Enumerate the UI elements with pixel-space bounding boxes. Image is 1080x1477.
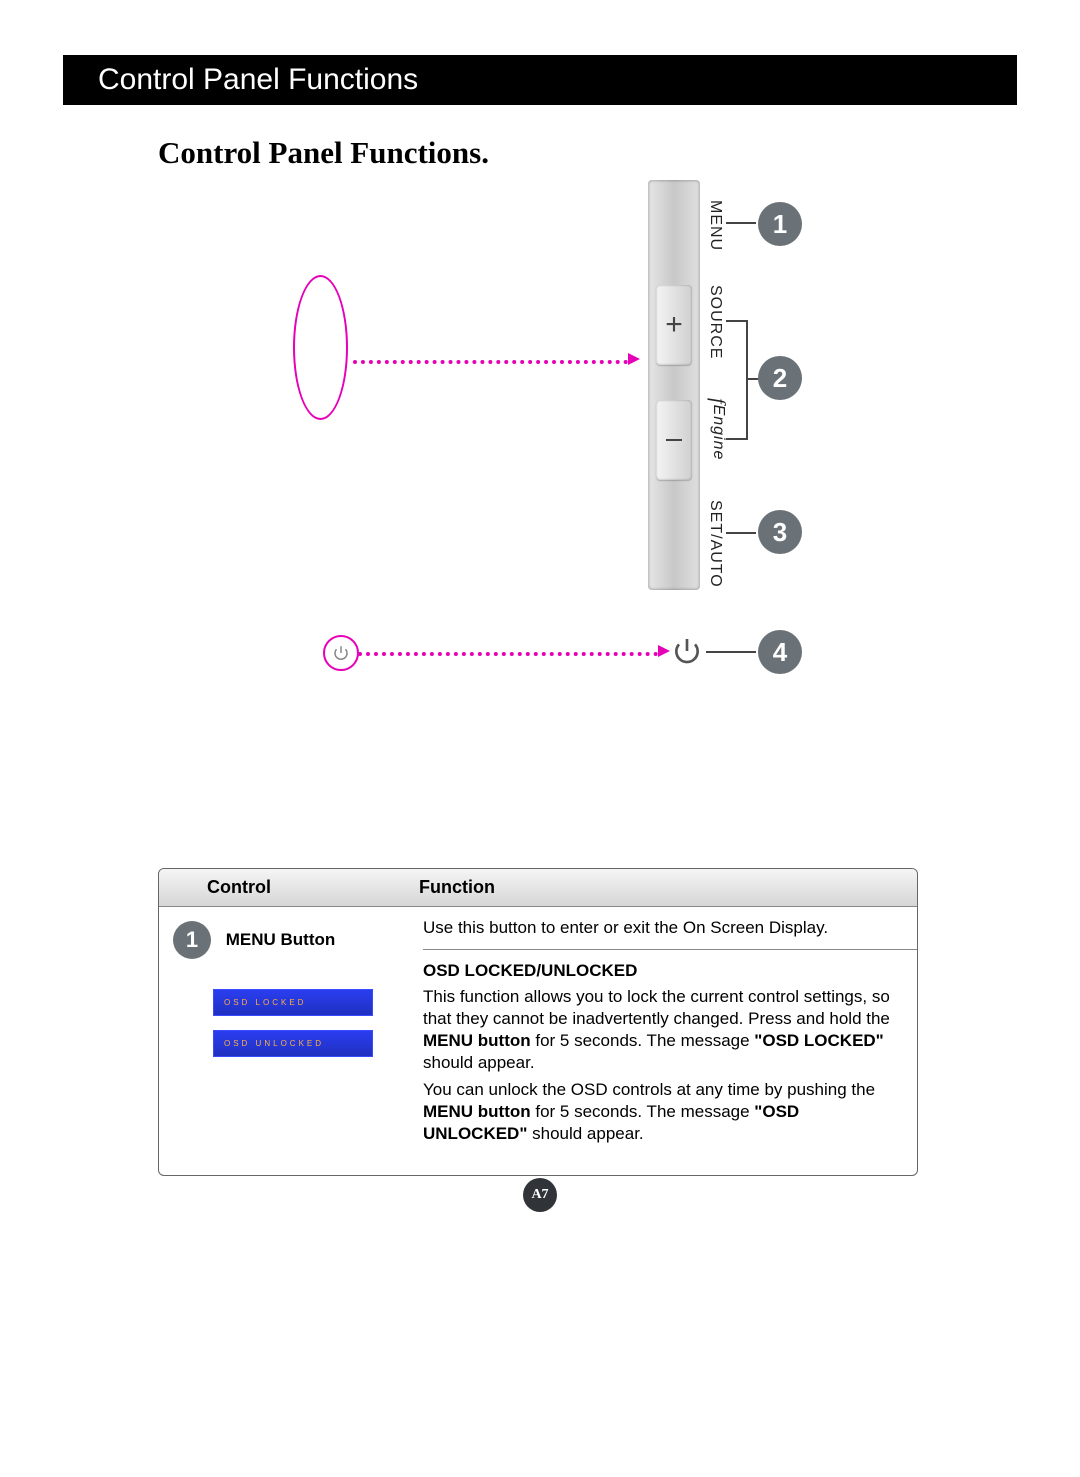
table-header-row: Control Function [159,869,917,907]
table-cell-control: 1 MENU Button OSD LOCKED OSD UNLOCKED [173,917,423,1149]
section-header-title: Control Panel Functions [98,63,418,97]
leader-dots-2 [358,652,658,656]
osd-unlocked-chip: OSD UNLOCKED [213,1030,373,1057]
row-separator [423,949,917,950]
osd-locked-chip: OSD LOCKED [213,989,373,1016]
plus-button[interactable]: + [656,285,692,365]
t-bold: MENU button [423,1102,531,1121]
callout-line [746,378,758,380]
highlight-ellipse [293,275,348,420]
t-bold: MENU button [423,1031,531,1050]
osd-status-graphics: OSD LOCKED OSD UNLOCKED [213,989,373,1057]
panel-label-menu: MENU [706,200,724,251]
callout-number-3: 3 [758,510,802,554]
osd-heading: OSD LOCKED/UNLOCKED [423,960,903,982]
table-row: 1 MENU Button OSD LOCKED OSD UNLOCKED Us… [159,907,917,1175]
panel-label-engine: fEngine [706,398,729,460]
page-title: Control Panel Functions. [158,135,489,171]
section-header: Control Panel Functions [63,55,1017,105]
minus-button[interactable] [656,400,692,480]
callout-line [726,532,756,534]
row-label-menu: MENU Button [226,930,336,949]
t-bold: "OSD LOCKED" [754,1031,883,1050]
th-control: Control [159,869,419,906]
t: for 5 seconds. The message [531,1031,755,1050]
power-icon [668,632,706,670]
callout-number-1: 1 [758,202,802,246]
t: should appear. [527,1124,643,1143]
plus-glyph: + [665,308,683,342]
row-number-1: 1 [173,921,211,959]
page: Control Panel Functions Control Panel Fu… [0,0,1080,1477]
page-number: A7 [523,1178,557,1212]
table-cell-function: Use this button to enter or exit the On … [423,917,903,1149]
panel-label-source: SOURCE [706,285,724,359]
leader-arrow-1 [628,353,640,365]
t: should appear. [423,1053,535,1072]
callout-number-4: 4 [758,630,802,674]
leader-dots-1 [353,360,628,364]
th-function: Function [419,869,917,906]
func-p1: Use this button to enter or exit the On … [423,917,903,939]
power-icon-small [323,635,359,671]
t: This function allows you to lock the cur… [423,987,890,1028]
callout-line [746,320,748,440]
func-p3: You can unlock the OSD controls at any t… [423,1079,903,1145]
control-panel-diagram: + MENU SOURCE fEngine SET/AUTO 1 2 3 4 [158,180,878,740]
t: for 5 seconds. The message [531,1102,755,1121]
callout-line [726,320,746,322]
minus-icon [662,428,686,452]
callout-line [706,651,756,653]
panel-label-setauto: SET/AUTO [706,500,724,588]
callout-line [726,438,746,440]
callout-line [726,222,756,224]
panel-label-engine-text: Engine [710,405,727,461]
func-p2: This function allows you to lock the cur… [423,986,903,1074]
callout-number-2: 2 [758,356,802,400]
t: You can unlock the OSD controls at any t… [423,1080,875,1099]
panel-strip: + [648,180,700,590]
function-table: Control Function 1 MENU Button OSD LOCKE… [158,868,918,1176]
